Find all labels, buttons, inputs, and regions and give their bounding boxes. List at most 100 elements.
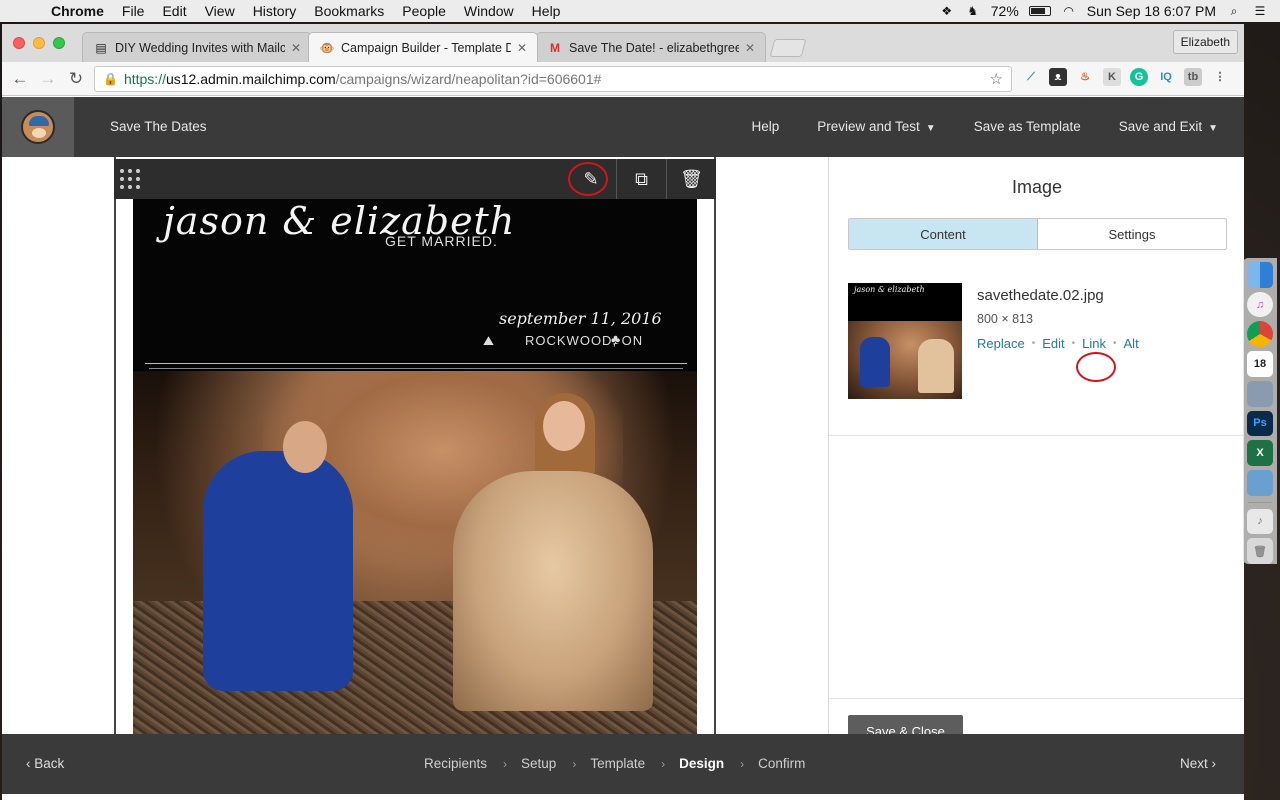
dropbox-icon[interactable]: ❖ <box>939 4 955 18</box>
campaign-name[interactable]: Save The Dates <box>110 119 207 134</box>
trash-icon[interactable]: 🗑 <box>1247 538 1273 565</box>
step-recipients[interactable]: Recipients <box>424 756 487 771</box>
menu-history[interactable]: History <box>244 3 306 19</box>
edit-image-link[interactable]: Edit <box>1042 336 1064 351</box>
thumb-title: jason & elizabeth <box>854 285 925 294</box>
step-design[interactable]: Design <box>679 756 724 771</box>
image-settings-panel: Image Content Settings jason & elizabeth… <box>828 157 1244 747</box>
chrome-icon[interactable] <box>1247 321 1273 348</box>
close-tab-icon[interactable]: ✕ <box>745 41 755 55</box>
calendar-icon[interactable]: 18 <box>1247 351 1273 377</box>
save-exit-label: Save and Exit <box>1118 119 1203 134</box>
bookmark-star-icon[interactable]: ☆ <box>990 70 1003 88</box>
help-link[interactable]: Help <box>751 119 779 134</box>
menu-file[interactable]: File <box>113 3 154 19</box>
link-link[interactable]: Link <box>1082 336 1106 351</box>
menu-help[interactable]: Help <box>523 3 570 19</box>
image-thumbnail[interactable]: jason & elizabeth <box>848 283 962 399</box>
menu-view[interactable]: View <box>196 3 244 19</box>
next-button[interactable]: Next › <box>1180 756 1216 771</box>
back-arrow-icon[interactable]: ← <box>6 69 34 89</box>
battery-icon[interactable] <box>1028 6 1051 16</box>
address-bar[interactable]: 🔒 https:// us12.admin.mailchimp.com /cam… <box>94 66 1012 92</box>
chevron-right-icon: › <box>1211 756 1217 771</box>
bride-head <box>543 401 585 451</box>
evernote-icon[interactable]: ♞ <box>965 4 981 18</box>
preview-icon[interactable] <box>1247 380 1273 407</box>
browser-tab-campaign-builder[interactable]: 🐵 Campaign Builder - Template D ✕ <box>308 32 538 62</box>
replace-link[interactable]: Replace <box>977 336 1025 351</box>
chevron-down-icon: ▼ <box>925 123 936 134</box>
alt-text-link[interactable]: Alt <box>1124 336 1139 351</box>
tab-title: Save The Date! - elizabethgree <box>569 40 739 55</box>
mailchimp-logo[interactable] <box>2 97 74 157</box>
menu-people[interactable]: People <box>393 3 455 19</box>
mailchimp-icon: 🐵 <box>319 40 335 55</box>
forward-arrow-icon[interactable]: → <box>34 69 62 89</box>
photoshop-icon[interactable]: Ps <box>1247 410 1273 437</box>
separator-dot: • <box>1071 338 1076 349</box>
owl-extension-icon[interactable]: ᴥ <box>1049 68 1067 86</box>
new-tab-button[interactable] <box>769 39 807 57</box>
email-editor: ✎ ⧉ 🗑 jason & elizabeth GET MARRIED. sep… <box>2 157 828 734</box>
url-path: /campaigns/wizard/neapolitan?id=606601# <box>335 71 602 87</box>
invite-date: september 11, 2016 <box>499 309 662 328</box>
browser-tab-gmail[interactable]: M Save The Date! - elizabethgree ✕ <box>536 32 766 62</box>
fullscreen-window-button[interactable] <box>53 37 65 49</box>
chevron-right-icon: › <box>503 756 508 771</box>
finder-icon[interactable] <box>1247 262 1273 288</box>
iq-extension-icon[interactable]: IQ <box>1157 68 1175 86</box>
menu-app-chrome[interactable]: Chrome <box>42 3 113 19</box>
divider <box>829 698 1244 699</box>
menu-edit[interactable]: Edit <box>153 3 195 19</box>
drag-handle-icon[interactable] <box>120 168 142 190</box>
header-nav: Help Preview and Test ▼ Save as Template … <box>751 119 1218 134</box>
close-window-button[interactable] <box>13 37 25 49</box>
close-tab-icon[interactable]: ✕ <box>517 41 527 55</box>
minimize-window-button[interactable] <box>33 37 45 49</box>
window-controls <box>13 37 65 49</box>
chrome-menu-icon[interactable]: ⋮ <box>1211 68 1229 86</box>
wifi-icon[interactable]: ◠ <box>1061 4 1077 18</box>
notification-center-icon[interactable]: ☰ <box>1252 4 1268 18</box>
save-exit-menu[interactable]: Save and Exit ▼ <box>1119 119 1218 134</box>
chevron-left-icon: ‹ <box>26 756 31 771</box>
feather-extension-icon[interactable]: ⟋ <box>1022 68 1040 86</box>
chevron-right-icon: › <box>740 756 745 771</box>
browser-tab-diy-wedding[interactable]: ▤ DIY Wedding Invites with Mailc ✕ <box>82 32 312 62</box>
image-actions: Replace • Edit • Link • Alt <box>977 336 1139 351</box>
close-tab-icon[interactable]: ✕ <box>291 41 301 55</box>
step-template[interactable]: Template <box>590 756 645 771</box>
itunes-icon[interactable]: ♫ <box>1247 291 1273 318</box>
browser-window: ▤ DIY Wedding Invites with Mailc ✕ 🐵 Cam… <box>2 24 1244 800</box>
image-dimensions: 800 × 813 <box>977 312 1033 326</box>
music-file-icon[interactable]: ♪ <box>1247 508 1273 535</box>
preview-test-menu[interactable]: Preview and Test ▼ <box>817 119 935 134</box>
reload-icon[interactable]: ↻ <box>62 69 90 89</box>
clock[interactable]: Sun Sep 18 6:07 PM <box>1087 3 1216 19</box>
duplicate-block-button[interactable]: ⧉ <box>616 159 666 199</box>
tab-content[interactable]: Content <box>849 219 1038 249</box>
keyboard-extension-icon[interactable]: K <box>1103 68 1121 86</box>
flame-extension-icon[interactable]: ♨ <box>1076 68 1094 86</box>
back-button[interactable]: ‹ Back <box>26 756 64 771</box>
lock-icon: 🔒 <box>103 72 118 86</box>
profile-button[interactable]: Elizabeth <box>1172 30 1238 54</box>
photos-icon[interactable] <box>1247 469 1273 496</box>
spotlight-search-icon[interactable]: ⌕ <box>1226 4 1242 18</box>
tab-strip: ▤ DIY Wedding Invites with Mailc ✕ 🐵 Cam… <box>2 24 1244 62</box>
tb-extension-icon[interactable]: tb <box>1184 68 1202 86</box>
save-as-template-button[interactable]: Save as Template <box>974 119 1081 134</box>
excel-icon[interactable]: X <box>1247 440 1273 466</box>
step-setup[interactable]: Setup <box>521 756 556 771</box>
step-confirm[interactable]: Confirm <box>758 756 805 771</box>
duplicate-icon: ⧉ <box>635 168 648 189</box>
menu-window[interactable]: Window <box>455 3 523 19</box>
image-block[interactable]: jason & elizabeth GET MARRIED. september… <box>133 199 697 734</box>
mountain-icon: ⛰ <box>483 333 494 348</box>
separator-dot: • <box>1031 338 1036 349</box>
tab-settings[interactable]: Settings <box>1038 219 1226 249</box>
menu-bookmarks[interactable]: Bookmarks <box>305 3 393 19</box>
grammarly-extension-icon[interactable]: G <box>1130 68 1148 86</box>
delete-block-button[interactable]: 🗑 <box>666 159 716 199</box>
